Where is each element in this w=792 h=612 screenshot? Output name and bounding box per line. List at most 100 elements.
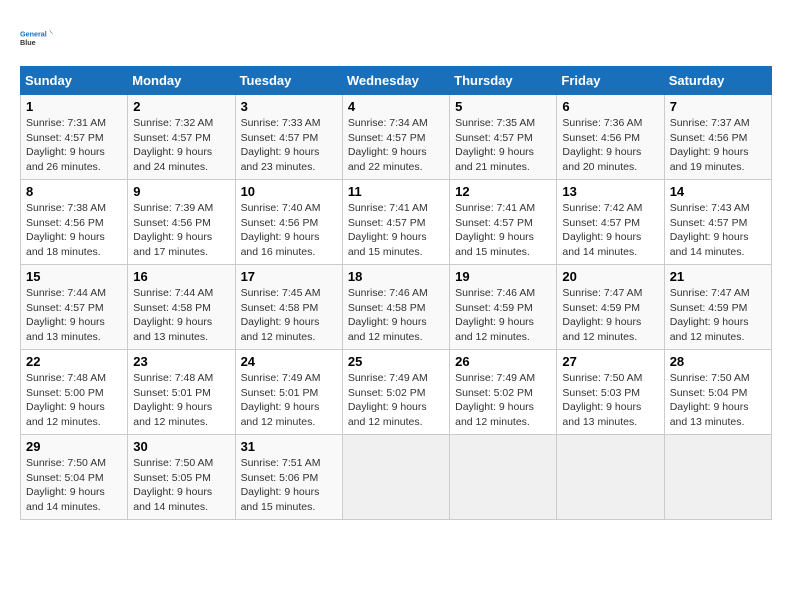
day-info: Sunrise: 7:49 AM Sunset: 5:01 PM Dayligh… <box>241 371 337 430</box>
day-info: Sunrise: 7:46 AM Sunset: 4:58 PM Dayligh… <box>348 286 444 345</box>
day-info: Sunrise: 7:44 AM Sunset: 4:57 PM Dayligh… <box>26 286 122 345</box>
day-number: 30 <box>133 439 229 454</box>
day-number: 20 <box>562 269 658 284</box>
day-number: 21 <box>670 269 766 284</box>
day-info: Sunrise: 7:48 AM Sunset: 5:01 PM Dayligh… <box>133 371 229 430</box>
day-number: 29 <box>26 439 122 454</box>
calendar-cell: 27 Sunrise: 7:50 AM Sunset: 5:03 PM Dayl… <box>557 350 664 435</box>
calendar-cell <box>664 435 771 520</box>
calendar-cell: 14 Sunrise: 7:43 AM Sunset: 4:57 PM Dayl… <box>664 180 771 265</box>
page-header: General Blue <box>20 20 772 56</box>
calendar-cell: 30 Sunrise: 7:50 AM Sunset: 5:05 PM Dayl… <box>128 435 235 520</box>
day-number: 25 <box>348 354 444 369</box>
calendar-cell: 16 Sunrise: 7:44 AM Sunset: 4:58 PM Dayl… <box>128 265 235 350</box>
day-number: 31 <box>241 439 337 454</box>
day-info: Sunrise: 7:38 AM Sunset: 4:56 PM Dayligh… <box>26 201 122 260</box>
day-info: Sunrise: 7:43 AM Sunset: 4:57 PM Dayligh… <box>670 201 766 260</box>
day-number: 23 <box>133 354 229 369</box>
day-info: Sunrise: 7:32 AM Sunset: 4:57 PM Dayligh… <box>133 116 229 175</box>
calendar-body: 1 Sunrise: 7:31 AM Sunset: 4:57 PM Dayli… <box>21 95 772 520</box>
calendar-cell: 26 Sunrise: 7:49 AM Sunset: 5:02 PM Dayl… <box>450 350 557 435</box>
day-info: Sunrise: 7:35 AM Sunset: 4:57 PM Dayligh… <box>455 116 551 175</box>
day-number: 2 <box>133 99 229 114</box>
calendar-cell: 4 Sunrise: 7:34 AM Sunset: 4:57 PM Dayli… <box>342 95 449 180</box>
calendar-cell: 5 Sunrise: 7:35 AM Sunset: 4:57 PM Dayli… <box>450 95 557 180</box>
day-number: 12 <box>455 184 551 199</box>
calendar-cell: 22 Sunrise: 7:48 AM Sunset: 5:00 PM Dayl… <box>21 350 128 435</box>
svg-text:Blue: Blue <box>20 38 36 47</box>
day-number: 16 <box>133 269 229 284</box>
calendar-week-row: 22 Sunrise: 7:48 AM Sunset: 5:00 PM Dayl… <box>21 350 772 435</box>
day-info: Sunrise: 7:47 AM Sunset: 4:59 PM Dayligh… <box>670 286 766 345</box>
day-number: 9 <box>133 184 229 199</box>
day-number: 19 <box>455 269 551 284</box>
calendar-cell: 25 Sunrise: 7:49 AM Sunset: 5:02 PM Dayl… <box>342 350 449 435</box>
day-number: 7 <box>670 99 766 114</box>
day-info: Sunrise: 7:41 AM Sunset: 4:57 PM Dayligh… <box>455 201 551 260</box>
day-number: 27 <box>562 354 658 369</box>
calendar-cell: 1 Sunrise: 7:31 AM Sunset: 4:57 PM Dayli… <box>21 95 128 180</box>
day-info: Sunrise: 7:49 AM Sunset: 5:02 PM Dayligh… <box>455 371 551 430</box>
day-number: 18 <box>348 269 444 284</box>
calendar-cell: 29 Sunrise: 7:50 AM Sunset: 5:04 PM Dayl… <box>21 435 128 520</box>
calendar-week-row: 1 Sunrise: 7:31 AM Sunset: 4:57 PM Dayli… <box>21 95 772 180</box>
logo: General Blue <box>20 20 56 56</box>
day-number: 26 <box>455 354 551 369</box>
calendar-cell: 7 Sunrise: 7:37 AM Sunset: 4:56 PM Dayli… <box>664 95 771 180</box>
day-number: 8 <box>26 184 122 199</box>
day-info: Sunrise: 7:50 AM Sunset: 5:04 PM Dayligh… <box>670 371 766 430</box>
day-number: 1 <box>26 99 122 114</box>
calendar-day-header: Thursday <box>450 67 557 95</box>
day-info: Sunrise: 7:36 AM Sunset: 4:56 PM Dayligh… <box>562 116 658 175</box>
calendar-cell: 24 Sunrise: 7:49 AM Sunset: 5:01 PM Dayl… <box>235 350 342 435</box>
calendar-day-header: Sunday <box>21 67 128 95</box>
day-info: Sunrise: 7:41 AM Sunset: 4:57 PM Dayligh… <box>348 201 444 260</box>
day-number: 10 <box>241 184 337 199</box>
calendar-cell: 9 Sunrise: 7:39 AM Sunset: 4:56 PM Dayli… <box>128 180 235 265</box>
calendar-week-row: 29 Sunrise: 7:50 AM Sunset: 5:04 PM Dayl… <box>21 435 772 520</box>
day-number: 11 <box>348 184 444 199</box>
day-number: 22 <box>26 354 122 369</box>
calendar-week-row: 15 Sunrise: 7:44 AM Sunset: 4:57 PM Dayl… <box>21 265 772 350</box>
logo-icon: General Blue <box>20 20 56 56</box>
calendar-cell: 23 Sunrise: 7:48 AM Sunset: 5:01 PM Dayl… <box>128 350 235 435</box>
calendar-header-row: SundayMondayTuesdayWednesdayThursdayFrid… <box>21 67 772 95</box>
day-number: 3 <box>241 99 337 114</box>
day-number: 15 <box>26 269 122 284</box>
calendar-cell: 21 Sunrise: 7:47 AM Sunset: 4:59 PM Dayl… <box>664 265 771 350</box>
calendar-day-header: Wednesday <box>342 67 449 95</box>
calendar-cell: 2 Sunrise: 7:32 AM Sunset: 4:57 PM Dayli… <box>128 95 235 180</box>
day-number: 5 <box>455 99 551 114</box>
calendar-cell: 28 Sunrise: 7:50 AM Sunset: 5:04 PM Dayl… <box>664 350 771 435</box>
day-number: 14 <box>670 184 766 199</box>
calendar-day-header: Monday <box>128 67 235 95</box>
calendar-cell <box>557 435 664 520</box>
day-info: Sunrise: 7:31 AM Sunset: 4:57 PM Dayligh… <box>26 116 122 175</box>
day-info: Sunrise: 7:33 AM Sunset: 4:57 PM Dayligh… <box>241 116 337 175</box>
calendar-cell: 18 Sunrise: 7:46 AM Sunset: 4:58 PM Dayl… <box>342 265 449 350</box>
calendar-cell: 17 Sunrise: 7:45 AM Sunset: 4:58 PM Dayl… <box>235 265 342 350</box>
day-info: Sunrise: 7:37 AM Sunset: 4:56 PM Dayligh… <box>670 116 766 175</box>
day-info: Sunrise: 7:42 AM Sunset: 4:57 PM Dayligh… <box>562 201 658 260</box>
calendar-cell: 3 Sunrise: 7:33 AM Sunset: 4:57 PM Dayli… <box>235 95 342 180</box>
day-number: 28 <box>670 354 766 369</box>
calendar-cell: 13 Sunrise: 7:42 AM Sunset: 4:57 PM Dayl… <box>557 180 664 265</box>
day-number: 6 <box>562 99 658 114</box>
calendar-cell <box>342 435 449 520</box>
day-info: Sunrise: 7:47 AM Sunset: 4:59 PM Dayligh… <box>562 286 658 345</box>
day-number: 24 <box>241 354 337 369</box>
svg-text:General: General <box>20 30 47 39</box>
calendar-week-row: 8 Sunrise: 7:38 AM Sunset: 4:56 PM Dayli… <box>21 180 772 265</box>
calendar-cell: 20 Sunrise: 7:47 AM Sunset: 4:59 PM Dayl… <box>557 265 664 350</box>
calendar-day-header: Friday <box>557 67 664 95</box>
calendar-cell <box>450 435 557 520</box>
day-number: 17 <box>241 269 337 284</box>
day-number: 13 <box>562 184 658 199</box>
day-info: Sunrise: 7:50 AM Sunset: 5:05 PM Dayligh… <box>133 456 229 515</box>
calendar-cell: 6 Sunrise: 7:36 AM Sunset: 4:56 PM Dayli… <box>557 95 664 180</box>
calendar-day-header: Tuesday <box>235 67 342 95</box>
calendar-cell: 12 Sunrise: 7:41 AM Sunset: 4:57 PM Dayl… <box>450 180 557 265</box>
calendar-cell: 10 Sunrise: 7:40 AM Sunset: 4:56 PM Dayl… <box>235 180 342 265</box>
day-info: Sunrise: 7:50 AM Sunset: 5:04 PM Dayligh… <box>26 456 122 515</box>
day-info: Sunrise: 7:50 AM Sunset: 5:03 PM Dayligh… <box>562 371 658 430</box>
